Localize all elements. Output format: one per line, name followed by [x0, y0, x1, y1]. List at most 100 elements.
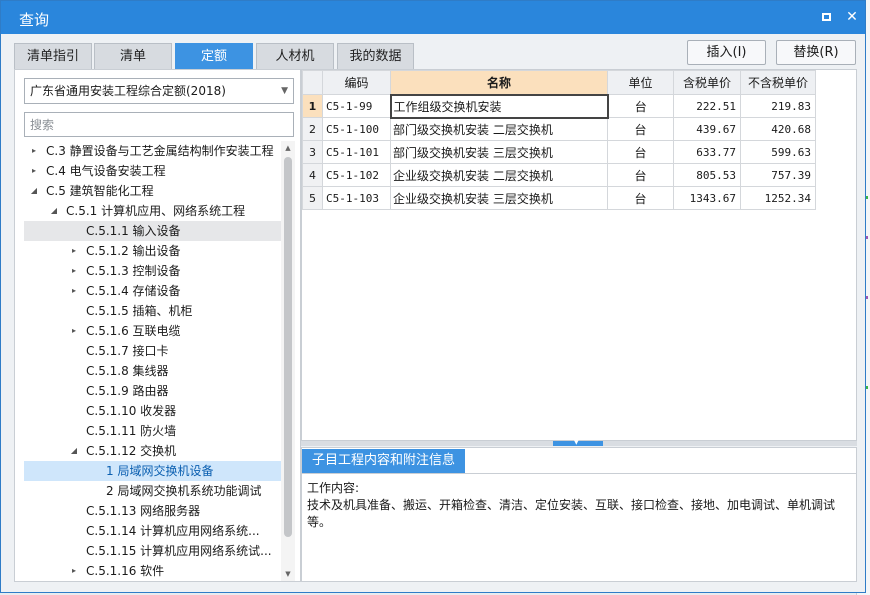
tree-item[interactable]: ◢ C.5.1.12 交换机 [24, 441, 282, 461]
expand-icon[interactable]: ▸ [28, 161, 40, 181]
expand-icon[interactable]: ▸ [68, 261, 80, 281]
column-header-price-notax[interactable]: 不含税单价 [740, 70, 816, 95]
info-pane: 子目工程内容和附注信息 工作内容: 技术及机具准备、搬运、开箱检查、清洁、定位安… [301, 447, 857, 582]
collapse-icon[interactable]: ◢ [28, 181, 40, 201]
column-header-unit[interactable]: 单位 [607, 70, 674, 95]
tab-my-data[interactable]: 我的数据 [337, 43, 414, 69]
column-header-code[interactable]: 编码 [322, 70, 391, 95]
scroll-down-icon[interactable]: ▼ [281, 567, 295, 581]
tree-item[interactable]: ▸ C.5.1.2 输出设备 [24, 241, 282, 261]
column-header-price-tax[interactable]: 含税单价 [673, 70, 741, 95]
tab-bill[interactable]: 清单 [94, 43, 172, 69]
close-button[interactable]: ✕ [843, 8, 861, 26]
tree-item[interactable]: ▸ C.5.1.4 存储设备 [24, 281, 282, 301]
info-divider [302, 473, 856, 474]
tab-work-content[interactable]: 子目工程内容和附注信息 [302, 449, 466, 473]
tree-item[interactable]: ◢ C.5 建筑智能化工程 [24, 181, 282, 201]
chevron-down-icon[interactable]: ▼ [574, 440, 579, 446]
title-bar[interactable]: 查询 ✕ [1, 1, 865, 34]
cell-unit[interactable]: 台 [607, 117, 674, 141]
row-number: 4 [302, 163, 323, 187]
close-icon: ✕ [846, 9, 858, 25]
tree-item[interactable]: ▸ C.5.1.16 软件 [24, 561, 282, 581]
tree-item[interactable]: ▸ C.4 电气设备安装工程 [24, 161, 282, 181]
cell-price-notax[interactable]: 757.39 [740, 163, 816, 187]
tab-quota[interactable]: 定额 [175, 43, 253, 69]
tree-item[interactable]: C.5.1.11 防火墙 [24, 421, 282, 441]
expand-icon[interactable]: ▸ [68, 561, 80, 581]
tree-item[interactable]: C.5.1.1 输入设备 [24, 221, 282, 241]
cell-price-tax[interactable]: 222.51 [673, 94, 741, 118]
collapse-icon[interactable]: ◢ [48, 201, 60, 221]
quota-library-select[interactable]: 广东省通用安装工程综合定额(2018) ▼ [24, 78, 294, 104]
cell-price-notax[interactable]: 599.63 [740, 140, 816, 164]
cell-price-tax[interactable]: 439.67 [673, 117, 741, 141]
cell-code[interactable]: C5-1-103 [322, 186, 391, 210]
cell-name[interactable]: 部门级交换机安装 三层交换机 [390, 140, 608, 164]
cell-name[interactable]: 企业级交换机安装 二层交换机 [390, 163, 608, 187]
quota-tree-pane: 广东省通用安装工程综合定额(2018) ▼ ▸C.3 静置设备与工艺金属结构制作… [14, 69, 301, 582]
scroll-thumb[interactable] [284, 157, 292, 537]
tree-item-selected[interactable]: 1 局域网交换机设备 [24, 461, 282, 481]
cell-unit[interactable]: 台 [607, 94, 674, 118]
cell-name[interactable]: 部门级交换机安装 二层交换机 [390, 117, 608, 141]
table-row[interactable]: 3 C5-1-101 部门级交换机安装 三层交换机 台 633.77 599.6… [302, 140, 816, 164]
tree-item[interactable]: C.5.1.14 计算机应用网络系统... [24, 521, 282, 541]
cell-price-tax[interactable]: 633.77 [673, 140, 741, 164]
cell-price-notax[interactable]: 219.83 [740, 94, 816, 118]
cell-name[interactable]: 工作组级交换机安装 [389, 93, 609, 119]
expand-icon[interactable]: ▸ [68, 321, 80, 341]
tree-item[interactable]: C.5.1.15 计算机应用网络系统试... [24, 541, 282, 561]
tab-labor-material[interactable]: 人材机 [256, 43, 334, 69]
replace-button[interactable]: 替换(R) [776, 40, 856, 65]
tree-item[interactable]: C.5.1.7 接口卡 [24, 341, 282, 361]
cell-unit[interactable]: 台 [607, 163, 674, 187]
scroll-up-icon[interactable]: ▲ [281, 141, 295, 155]
cell-price-notax[interactable]: 1252.34 [740, 186, 816, 210]
expand-icon[interactable]: ▸ [68, 241, 80, 261]
maximize-button[interactable] [817, 8, 835, 26]
tree-item[interactable]: C.5.1.10 收发器 [24, 401, 282, 421]
pane-splitter[interactable]: ▼ [301, 440, 857, 446]
cell-code[interactable]: C5-1-102 [322, 163, 391, 187]
cell-unit[interactable]: 台 [607, 186, 674, 210]
table-row[interactable]: 5 C5-1-103 企业级交换机安装 三层交换机 台 1343.67 1252… [302, 186, 816, 210]
quota-library-value: 广东省通用安装工程综合定额(2018) [30, 84, 226, 98]
tree-item[interactable]: C.5.1.8 集线器 [24, 361, 282, 381]
maximize-icon [822, 13, 831, 21]
tree-item[interactable]: C.5.1.5 插箱、机柜 [24, 301, 282, 321]
cell-name[interactable]: 企业级交换机安装 三层交换机 [390, 186, 608, 210]
tree-item[interactable]: C.5.1.9 路由器 [24, 381, 282, 401]
quota-tree: ▸ C.3 静置设备与工艺金属结构制作安装工程 ▸ C.4 电气设备安装工程 ◢ C.… [24, 141, 282, 581]
cell-unit[interactable]: 台 [607, 140, 674, 164]
tree-item[interactable]: 2 局域网交换机系统功能调试 [24, 481, 282, 501]
work-content-body: 技术及机具准备、搬运、开箱检查、清洁、定位安装、互联、接口检查、接地、加电调试、… [307, 498, 836, 529]
table-row[interactable]: 4 C5-1-102 企业级交换机安装 二层交换机 台 805.53 757.3… [302, 163, 816, 187]
cell-code[interactable]: C5-1-99 [322, 94, 391, 118]
column-header-name[interactable]: 名称 [390, 70, 608, 95]
tree-item[interactable]: ▸ C.5.1.3 控制设备 [24, 261, 282, 281]
table-row[interactable]: 2 C5-1-100 部门级交换机安装 二层交换机 台 439.67 420.6… [302, 117, 816, 141]
tab-bill-guide[interactable]: 清单指引 [14, 43, 92, 69]
cell-code[interactable]: C5-1-101 [322, 140, 391, 164]
tree-scrollbar[interactable]: ▲ ▼ [281, 141, 295, 581]
search-input[interactable] [24, 112, 294, 137]
dropdown-arrow-icon: ▼ [281, 86, 288, 96]
cell-code[interactable]: C5-1-100 [322, 117, 391, 141]
row-number: 1 [302, 94, 323, 118]
cell-price-notax[interactable]: 420.68 [740, 117, 816, 141]
query-dialog: 查询 ✕ 清单指引 清单 定额 人材机 我的数据 插入(I) 替换(R) 广东省… [0, 0, 866, 593]
expand-icon[interactable]: ▸ [28, 141, 40, 161]
cell-price-tax[interactable]: 805.53 [673, 163, 741, 187]
tree-item[interactable]: ◢ C.5.1 计算机应用、网络系统工程 [24, 201, 282, 221]
expand-icon[interactable]: ▸ [68, 281, 80, 301]
tree-item[interactable]: ▸ C.5.1.6 互联电缆 [24, 321, 282, 341]
tree-item[interactable]: C.5.1.13 网络服务器 [24, 501, 282, 521]
cell-price-tax[interactable]: 1343.67 [673, 186, 741, 210]
table-row[interactable]: 1 C5-1-99 工作组级交换机安装 台 222.51 219.83 [302, 93, 816, 119]
insert-button[interactable]: 插入(I) [687, 40, 766, 65]
collapse-icon[interactable]: ◢ [68, 441, 80, 461]
tree-item[interactable]: ▸ C.3 静置设备与工艺金属结构制作安装工程 [24, 141, 282, 161]
work-content-text: 工作内容: 技术及机具准备、搬运、开箱检查、清洁、定位安装、互联、接口检查、接地… [307, 480, 847, 531]
row-number: 2 [302, 117, 323, 141]
